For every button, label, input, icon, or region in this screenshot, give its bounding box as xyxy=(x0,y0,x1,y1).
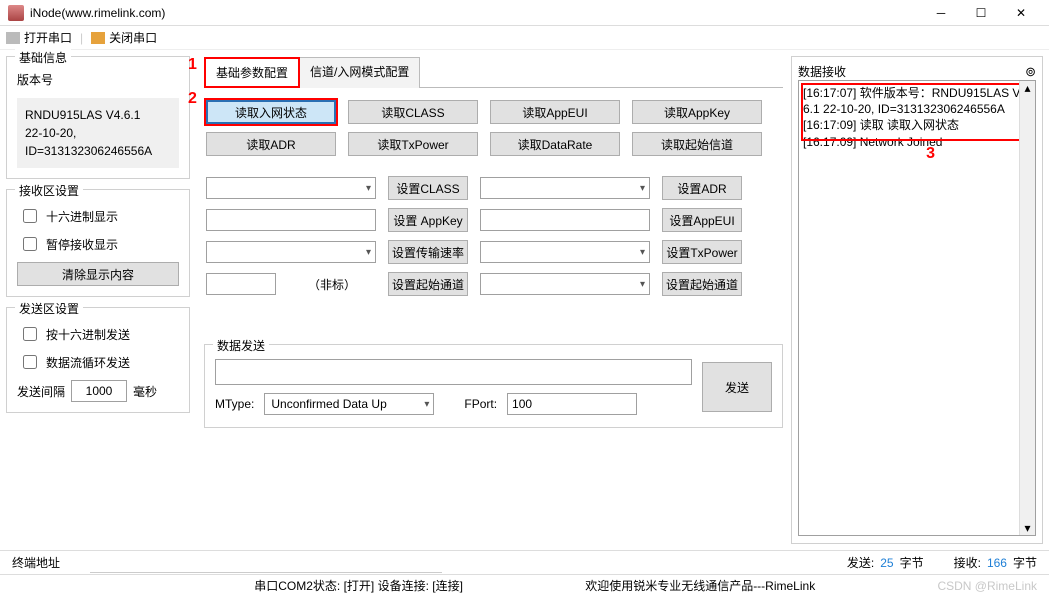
basic-info-group: 基础信息 版本号 RNDU915LAS V4.6.1 22-10-20, ID=… xyxy=(6,56,190,179)
log-line: [16:17:07] 软件版本号：RNDU915LAS V4.6.1 22-10… xyxy=(803,85,1031,117)
appeui-input[interactable] xyxy=(480,209,650,231)
send-data-input[interactable] xyxy=(215,359,692,385)
titlebar: iNode(www.rimelink.com) ─ ☐ ✕ xyxy=(0,0,1049,26)
terminal-address-input[interactable] xyxy=(90,553,442,573)
mtype-label: MType: xyxy=(215,397,254,411)
port-status: 串口COM2状态: [打开] 设备连接: [连接] xyxy=(254,577,463,594)
right-panel: 数据接收 ⊚ [16:17:07] 软件版本号：RNDU915LAS V4.6.… xyxy=(791,50,1049,550)
group-title: 基础信息 xyxy=(15,49,71,66)
watermark: CSDN @RimeLink xyxy=(937,579,1037,593)
scroll-down-icon[interactable]: ▾ xyxy=(1020,521,1035,535)
set-appeui-button[interactable]: 设置AppEUI xyxy=(662,208,742,232)
nonstandard-input[interactable] xyxy=(206,273,276,295)
recv-settings-group: 接收区设置 十六进制显示 暂停接收显示 清除显示内容 xyxy=(6,189,190,297)
tab-basic-config[interactable]: 基础参数配置 xyxy=(204,57,300,88)
hex-send-checkbox[interactable]: 按十六进制发送 xyxy=(19,324,177,344)
group-title: 数据接收 xyxy=(798,63,846,80)
log-line: [16:17:09] 读取 读取入网状态 xyxy=(803,117,1031,133)
scroll-up-icon[interactable]: ▴ xyxy=(1020,81,1035,95)
statusbar-1: 终端地址 发送:25字节 接收:166字节 xyxy=(0,550,1049,574)
send-count-label: 发送: xyxy=(847,554,874,571)
hex-display-checkbox[interactable]: 十六进制显示 xyxy=(19,206,177,226)
read-adr-button[interactable]: 读取ADR xyxy=(206,132,336,156)
recv-count-value: 166 xyxy=(987,556,1007,570)
loop-send-checkbox[interactable]: 数据流循环发送 xyxy=(19,352,177,372)
recv-count-label: 接收: xyxy=(954,554,981,571)
mtype-select[interactable]: Unconfirmed Data Up xyxy=(264,393,434,415)
menubar: 打开串口 | 关闭串口 xyxy=(0,26,1049,50)
statusbar-2: 串口COM2状态: [打开] 设备连接: [连接] 欢迎使用锐米专业无线通信产品… xyxy=(0,574,1049,596)
welcome-text: 欢迎使用锐米专业无线通信产品---RimeLink xyxy=(585,577,815,594)
group-title: 发送区设置 xyxy=(15,300,83,317)
read-start-channel-button[interactable]: 读取起始信道 xyxy=(632,132,762,156)
interval-input[interactable] xyxy=(71,380,127,402)
send-settings-group: 发送区设置 按十六进制发送 数据流循环发送 发送间隔 毫秒 xyxy=(6,307,190,413)
window-title: iNode(www.rimelink.com) xyxy=(30,6,921,20)
version-info: RNDU915LAS V4.6.1 22-10-20, ID=313132306… xyxy=(17,98,179,168)
clear-display-button[interactable]: 清除显示内容 xyxy=(17,262,179,286)
txpower-select[interactable] xyxy=(480,241,650,263)
center-panel: 1 2 基础参数配置 信道/入网模式配置 读取入网状态 读取CLASS 读取Ap… xyxy=(196,50,791,550)
tabs: 基础参数配置 信道/入网模式配置 xyxy=(204,56,783,88)
set-appkey-button[interactable]: 设置 AppKey xyxy=(388,208,468,232)
left-panel: 基础信息 版本号 RNDU915LAS V4.6.1 22-10-20, ID=… xyxy=(0,50,196,550)
group-title: 接收区设置 xyxy=(15,182,83,199)
close-button[interactable]: ✕ xyxy=(1001,0,1041,26)
gear-icon[interactable]: ⊚ xyxy=(1025,64,1036,80)
folder-icon xyxy=(91,32,105,44)
interval-label: 发送间隔 xyxy=(17,383,65,400)
class-select[interactable] xyxy=(206,177,376,199)
terminal-address-label: 终端地址 xyxy=(12,554,60,571)
open-port-button[interactable]: 打开串口 xyxy=(6,29,72,46)
receive-log: [16:17:07] 软件版本号：RNDU915LAS V4.6.1 22-10… xyxy=(798,80,1036,536)
set-txpower-button[interactable]: 设置TxPower xyxy=(662,240,742,264)
data-send-group: 数据发送 MType: Unconfirmed Data Up FPort: 发… xyxy=(204,344,783,428)
set-class-button[interactable]: 设置CLASS xyxy=(388,176,468,200)
fport-input[interactable] xyxy=(507,393,637,415)
set-start-channel-button-2[interactable]: 设置起始通道 xyxy=(662,272,742,296)
maximize-button[interactable]: ☐ xyxy=(961,0,1001,26)
set-adr-button[interactable]: 设置ADR xyxy=(662,176,742,200)
nonstandard-label: （非标） xyxy=(288,276,376,293)
read-appkey-button[interactable]: 读取AppKey xyxy=(632,100,762,124)
app-icon xyxy=(8,5,24,21)
appkey-input[interactable] xyxy=(206,209,376,231)
read-datarate-button[interactable]: 读取DataRate xyxy=(490,132,620,156)
pause-display-checkbox[interactable]: 暂停接收显示 xyxy=(19,234,177,254)
adr-select[interactable] xyxy=(480,177,650,199)
send-count-value: 25 xyxy=(880,556,893,570)
set-start-channel-button-1[interactable]: 设置起始通道 xyxy=(388,272,468,296)
scrollbar[interactable]: ▴ ▾ xyxy=(1019,81,1035,535)
read-class-button[interactable]: 读取CLASS xyxy=(348,100,478,124)
version-label: 版本号 xyxy=(17,71,179,88)
read-txpower-button[interactable]: 读取TxPower xyxy=(348,132,478,156)
log-line: [16:17:09] Network Joined xyxy=(803,134,1031,150)
tab-channel-config[interactable]: 信道/入网模式配置 xyxy=(299,57,420,88)
group-title: 数据发送 xyxy=(213,337,269,354)
set-datarate-button[interactable]: 设置传输速率 xyxy=(388,240,468,264)
read-network-status-button[interactable]: 读取入网状态 xyxy=(206,100,336,124)
start-channel-select[interactable] xyxy=(480,273,650,295)
read-appeui-button[interactable]: 读取AppEUI xyxy=(490,100,620,124)
close-port-button[interactable]: 关闭串口 xyxy=(91,29,157,46)
datarate-select[interactable] xyxy=(206,241,376,263)
send-button[interactable]: 发送 xyxy=(702,362,772,412)
minimize-button[interactable]: ─ xyxy=(921,0,961,26)
folder-icon xyxy=(6,32,20,44)
fport-label: FPort: xyxy=(464,397,497,411)
data-receive-group: 数据接收 ⊚ [16:17:07] 软件版本号：RNDU915LAS V4.6.… xyxy=(791,56,1043,544)
interval-unit: 毫秒 xyxy=(133,383,157,400)
